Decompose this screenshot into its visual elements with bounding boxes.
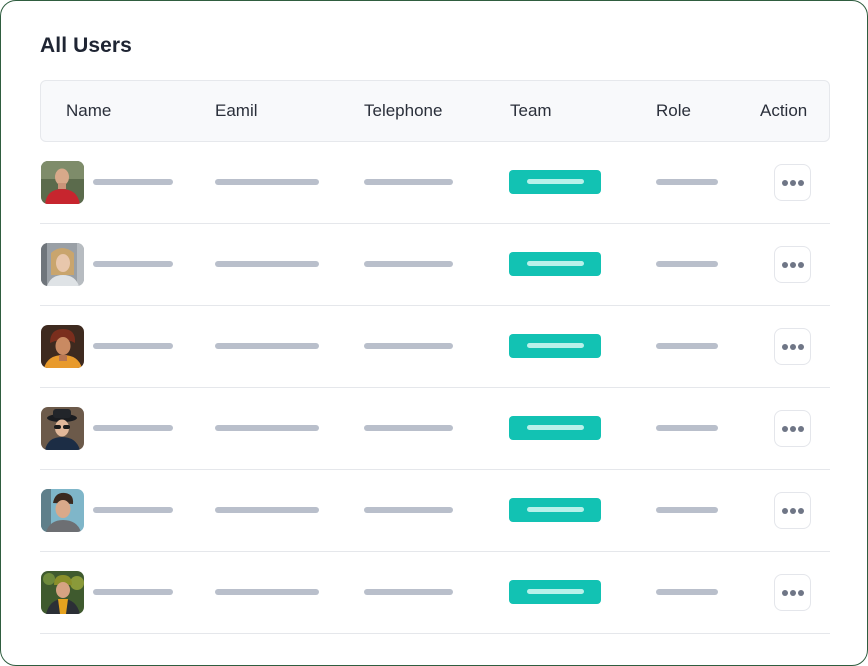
name-placeholder — [93, 261, 173, 267]
telephone-placeholder — [364, 425, 453, 431]
table-header: Name Eamil Telephone Team Role Action — [40, 80, 830, 142]
role-placeholder — [656, 425, 718, 431]
avatar[interactable] — [41, 489, 84, 532]
column-header-action: Action — [760, 101, 808, 120]
column-header-email[interactable]: Eamil — [215, 81, 258, 141]
avatar[interactable] — [41, 161, 84, 204]
email-placeholder — [215, 507, 319, 513]
column-header-role[interactable]: Role — [656, 81, 691, 141]
table-row[interactable] — [40, 306, 830, 388]
row-action-button[interactable] — [774, 410, 811, 447]
team-badge — [509, 580, 601, 604]
column-header-telephone[interactable]: Telephone — [364, 81, 442, 141]
team-badge — [509, 416, 601, 440]
more-horizontal-icon — [781, 261, 804, 268]
email-placeholder — [215, 589, 319, 595]
email-placeholder — [215, 343, 319, 349]
role-placeholder — [656, 179, 718, 185]
users-card: All Users Name Eamil Telephone Team Role… — [0, 0, 868, 666]
team-badge — [509, 334, 601, 358]
avatar[interactable] — [41, 325, 84, 368]
table-row[interactable] — [40, 142, 830, 224]
telephone-placeholder — [364, 261, 453, 267]
email-placeholder — [215, 425, 319, 431]
avatar[interactable] — [41, 243, 84, 286]
telephone-placeholder — [364, 179, 453, 185]
role-placeholder — [656, 343, 718, 349]
role-placeholder — [656, 507, 718, 513]
telephone-placeholder — [364, 507, 453, 513]
role-placeholder — [656, 589, 718, 595]
table-row[interactable] — [40, 224, 830, 306]
table-row[interactable] — [40, 470, 830, 552]
name-placeholder — [93, 179, 173, 185]
email-placeholder — [215, 261, 319, 267]
more-horizontal-icon — [781, 179, 804, 186]
row-action-button[interactable] — [774, 164, 811, 201]
telephone-placeholder — [364, 589, 453, 595]
name-placeholder — [93, 425, 173, 431]
table-row[interactable] — [40, 388, 830, 470]
column-header-name[interactable]: Name — [66, 81, 111, 141]
more-horizontal-icon — [781, 507, 804, 514]
users-table-body — [40, 142, 830, 634]
more-horizontal-icon — [781, 589, 804, 596]
row-action-button[interactable] — [774, 574, 811, 611]
team-badge — [509, 498, 601, 522]
role-placeholder — [656, 261, 718, 267]
name-placeholder — [93, 589, 173, 595]
team-badge — [509, 252, 601, 276]
row-action-button[interactable] — [774, 246, 811, 283]
email-placeholder — [215, 179, 319, 185]
avatar[interactable] — [41, 571, 84, 614]
avatar[interactable] — [41, 407, 84, 450]
table-row[interactable] — [40, 552, 830, 634]
telephone-placeholder — [364, 343, 453, 349]
row-action-button[interactable] — [774, 328, 811, 365]
more-horizontal-icon — [781, 343, 804, 350]
name-placeholder — [93, 343, 173, 349]
team-badge — [509, 170, 601, 194]
column-header-team[interactable]: Team — [510, 81, 552, 141]
page-title: All Users — [40, 34, 132, 57]
row-action-button[interactable] — [774, 492, 811, 529]
name-placeholder — [93, 507, 173, 513]
more-horizontal-icon — [781, 425, 804, 432]
